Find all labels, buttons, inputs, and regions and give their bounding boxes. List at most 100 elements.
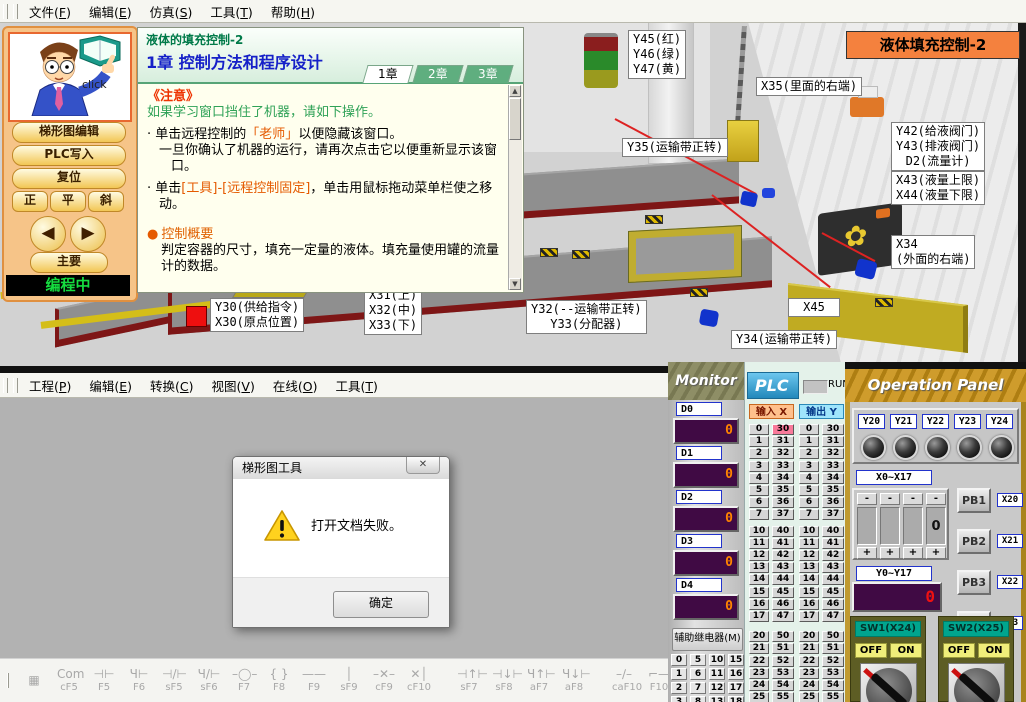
toolbar-caF10-button[interactable]: –∕–caF10 [612,668,636,693]
rotary-knob[interactable] [948,663,1005,702]
lesson-scrollbar[interactable]: ▲ ▼ [508,85,522,290]
menu-item-t[interactable]: 工具(T) [201,0,261,23]
tab-chapter-1[interactable]: 1章 [362,65,413,83]
ladder-edit-button[interactable]: 梯形图编辑 [12,122,126,143]
thumbwheel-plus-button[interactable]: + [880,547,900,559]
plc-input-cell-41[interactable]: 41 [772,538,794,549]
plc-input-cell-20[interactable]: 20 [749,631,769,642]
plc-input-cell-36[interactable]: 36 [772,497,794,508]
plc-input-cell-55[interactable]: 55 [772,692,794,702]
plc-input-cell-17[interactable]: 17 [749,611,769,622]
menubar-grip[interactable] [13,4,18,19]
menu-item-p[interactable]: 工程(P) [20,374,80,397]
plc-input-cell-22[interactable]: 22 [749,656,769,667]
toolbar-cF9-button[interactable]: –✕–cF9 [372,668,396,693]
dialog-ok-button[interactable]: 确定 [333,591,429,618]
menubar-grip[interactable] [3,4,8,19]
teacher-portrait[interactable]: click [8,32,132,122]
menu-item-f[interactable]: 文件(F) [20,0,80,23]
plc-input-cell-11[interactable]: 11 [749,538,769,549]
reset-button[interactable]: 复位 [12,168,126,189]
menu-item-e[interactable]: 编辑(E) [80,374,141,397]
thumbwheel-plus-button[interactable]: + [857,547,877,559]
plc-input-cell-2[interactable]: 2 [749,448,769,459]
plc-input-cell-35[interactable]: 35 [772,485,794,496]
plc-input-cell-43[interactable]: 43 [772,562,794,573]
toolbar-icon-button[interactable]: ▦ [22,674,46,688]
menubar-grip[interactable] [3,378,8,393]
view-angle-button[interactable]: 斜 [88,191,124,212]
plc-input-cell-34[interactable]: 34 [772,473,794,484]
plc-input-cell-0[interactable]: 0 [749,424,769,435]
plc-input-cell-45[interactable]: 45 [772,587,794,598]
toolbar-sF5-button[interactable]: ⊣/⊢sF5 [162,668,186,693]
menu-item-h[interactable]: 帮助(H) [262,0,324,23]
rotary-knob[interactable] [860,663,917,702]
plc-input-cell-46[interactable]: 46 [772,599,794,610]
menu-item-c[interactable]: 转换(C) [141,374,203,397]
toolbar-F6-button[interactable]: Ч⊢F6 [127,668,151,693]
toolbar-grip[interactable] [7,673,9,688]
toolbar-F9-button[interactable]: ——F9 [302,668,326,693]
toolbar-F8-button[interactable]: { }F8 [267,668,291,693]
plc-input-cell-4[interactable]: 4 [749,473,769,484]
plc-input-cell-3[interactable]: 3 [749,461,769,472]
plc-input-cell-52[interactable]: 52 [772,656,794,667]
plc-input-cell-44[interactable]: 44 [772,574,794,585]
plc-input-cell-31[interactable]: 31 [772,436,794,447]
tab-chapter-2[interactable]: 2章 [412,65,463,83]
plc-input-cell-33[interactable]: 33 [772,461,794,472]
plc-input-cell-24[interactable]: 24 [749,680,769,691]
toolbar-cF10-button[interactable]: ✕│cF10 [407,668,431,693]
menu-item-s[interactable]: 仿真(S) [141,0,202,23]
toolbar-aF8-button[interactable]: Ч↓⊢aF8 [562,668,586,693]
scroll-up-icon[interactable]: ▲ [509,85,521,97]
rotate-left-button[interactable]: ◀ [30,216,66,252]
thumbwheel-minus-button[interactable]: - [880,493,900,505]
plc-input-cell-10[interactable]: 10 [749,526,769,537]
thumbwheel-minus-button[interactable]: - [857,493,877,505]
push-button-PB3[interactable]: PB3 [957,570,991,595]
view-flat-button[interactable]: 平 [50,191,86,212]
plc-input-cell-51[interactable]: 51 [772,643,794,654]
view-front-button[interactable]: 正 [12,191,48,212]
menubar-grip[interactable] [13,378,18,393]
plc-input-cell-54[interactable]: 54 [772,680,794,691]
plc-input-cell-25[interactable]: 25 [749,692,769,702]
toolbar-sF8-button[interactable]: ⊣↓⊢sF8 [492,668,516,693]
push-button-PB1[interactable]: PB1 [957,488,991,513]
plc-input-cell-13[interactable]: 13 [749,562,769,573]
menu-item-o[interactable]: 在线(O) [264,374,327,397]
plc-input-cell-42[interactable]: 42 [772,550,794,561]
toolbar-F5-button[interactable]: ⊣⊢F5 [92,668,116,693]
plc-input-cell-32[interactable]: 32 [772,448,794,459]
toolbar-sF7-button[interactable]: ⊣↑⊢sF7 [457,668,481,693]
thumbwheel-minus-button[interactable]: - [926,493,946,505]
tab-chapter-3[interactable]: 3章 [462,65,513,83]
scroll-thumb[interactable] [509,98,521,140]
toolbar-aF7-button[interactable]: Ч↑⊢aF7 [527,668,551,693]
toolbar-sF6-button[interactable]: Ч/⊢sF6 [197,668,221,693]
plc-input-cell-23[interactable]: 23 [749,668,769,679]
plc-input-cell-21[interactable]: 21 [749,643,769,654]
menu-item-v[interactable]: 视图(V) [203,374,264,397]
aux-relay-button[interactable]: 辅助继电器(M) [672,628,743,651]
thumbwheel-minus-button[interactable]: - [903,493,923,505]
toolbar-F7-button[interactable]: –◯–F7 [232,668,256,693]
menu-item-e[interactable]: 编辑(E) [80,0,141,23]
toolbar-sF9-button[interactable]: │sF9 [337,668,361,693]
plc-input-cell-14[interactable]: 14 [749,574,769,585]
plc-input-cell-12[interactable]: 12 [749,550,769,561]
plc-input-cell-53[interactable]: 53 [772,668,794,679]
plc-input-cell-16[interactable]: 16 [749,599,769,610]
dialog-close-button[interactable]: ✕ [406,457,440,474]
main-view-button[interactable]: 主要 [30,252,108,273]
plc-input-cell-30[interactable]: 30 [772,424,794,435]
plc-input-cell-47[interactable]: 47 [772,611,794,622]
push-button-PB2[interactable]: PB2 [957,529,991,554]
plc-input-cell-1[interactable]: 1 [749,436,769,447]
plc-write-button[interactable]: PLC写入 [12,145,126,166]
plc-input-cell-50[interactable]: 50 [772,631,794,642]
toolbar-cF5-button[interactable]: ComcF5 [57,668,81,693]
plc-input-cell-37[interactable]: 37 [772,509,794,520]
